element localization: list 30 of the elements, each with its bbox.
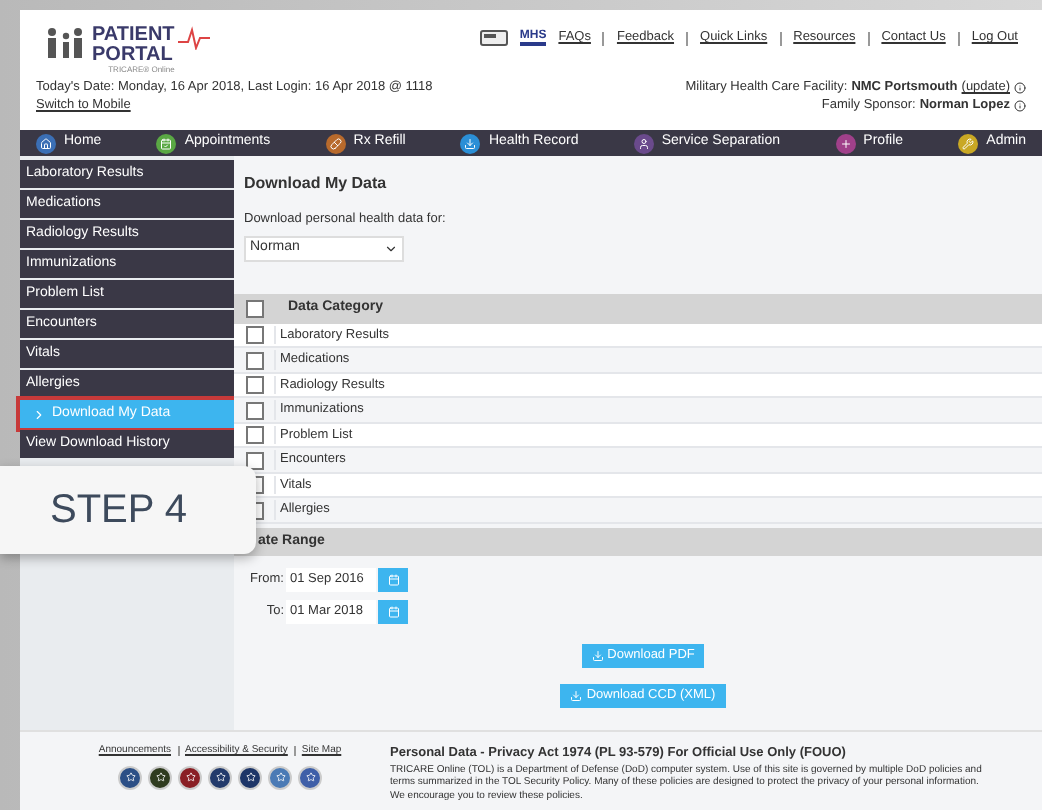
info-icon[interactable]	[1014, 99, 1026, 111]
seal-icon[interactable]	[208, 765, 232, 789]
checkbox[interactable]	[245, 401, 263, 419]
family-icon	[44, 26, 88, 58]
checkbox[interactable]	[246, 299, 264, 318]
download-icon	[570, 689, 583, 702]
step-label: STEP 4	[50, 486, 188, 536]
seal-icon[interactable]	[178, 765, 202, 789]
home-icon	[36, 133, 56, 153]
calendar-icon	[387, 605, 399, 618]
logo-text: PORTAL	[92, 46, 175, 66]
seal-icon[interactable]	[238, 765, 262, 789]
checkbox[interactable]	[245, 376, 263, 394]
seal-icon[interactable]	[148, 765, 172, 789]
info-icon[interactable]	[1014, 81, 1026, 93]
caret-icon	[384, 241, 398, 256]
seal-icon[interactable]	[118, 765, 142, 789]
calendar-icon	[387, 573, 399, 586]
page-title: Download My Data	[244, 172, 389, 196]
checkbox[interactable]	[245, 326, 263, 344]
card-icon[interactable]	[479, 30, 508, 46]
calendar-icon	[156, 133, 177, 153]
download-icon	[591, 649, 604, 662]
checkbox[interactable]	[245, 451, 263, 469]
chevron-icon	[32, 407, 46, 421]
checkbox[interactable]	[245, 351, 263, 369]
logo-text: PATIENT	[92, 26, 175, 46]
checkbox[interactable]	[245, 426, 263, 444]
seal-icon[interactable]	[298, 765, 322, 789]
heartbeat-icon	[178, 26, 211, 50]
